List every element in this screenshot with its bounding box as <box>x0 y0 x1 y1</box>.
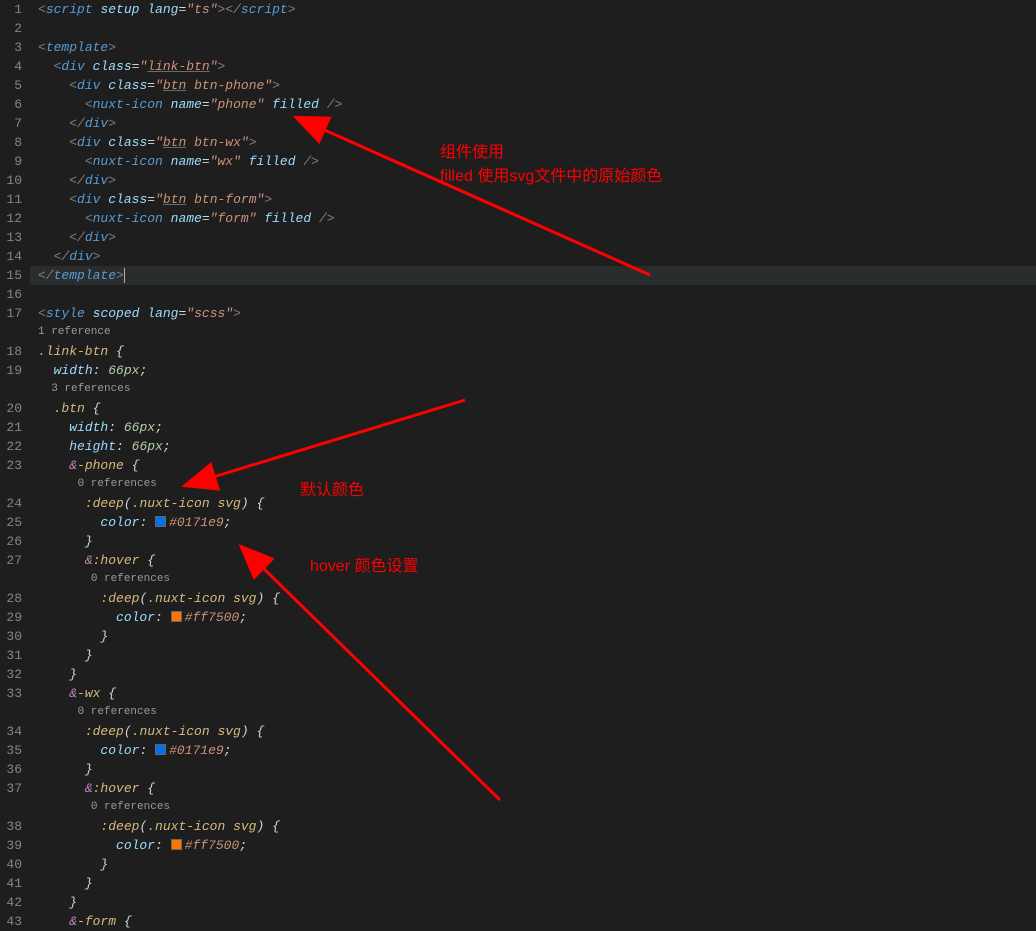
line-number: 38 <box>0 817 22 836</box>
line-number: 31 <box>0 646 22 665</box>
line-number: 12 <box>0 209 22 228</box>
line-number: 19 <box>0 361 22 380</box>
codelens-ref[interactable]: 0 references <box>30 703 1036 722</box>
line-number: 4 <box>0 57 22 76</box>
line-number <box>0 380 22 399</box>
code-area[interactable]: <script setup lang="ts"></script> <templ… <box>30 0 1036 905</box>
codelens-ref[interactable]: 1 reference <box>30 323 1036 342</box>
line-number: 27 <box>0 551 22 570</box>
line-number: 35 <box>0 741 22 760</box>
line-number: 14 <box>0 247 22 266</box>
codelens-ref[interactable]: 3 references <box>30 380 1036 399</box>
line-number: 9 <box>0 152 22 171</box>
line-number: 15 <box>0 266 22 285</box>
text-cursor <box>124 268 125 283</box>
line-number: 42 <box>0 893 22 912</box>
line-number: 7 <box>0 114 22 133</box>
line-number-gutter: 1234567891011121314151617181920212223242… <box>0 0 30 905</box>
line-number: 24 <box>0 494 22 513</box>
line-number: 36 <box>0 760 22 779</box>
line-number: 32 <box>0 665 22 684</box>
line-number: 26 <box>0 532 22 551</box>
line-number: 37 <box>0 779 22 798</box>
line-number <box>0 570 22 589</box>
line-number: 39 <box>0 836 22 855</box>
line-number: 43 <box>0 912 22 931</box>
line-number: 16 <box>0 285 22 304</box>
line-number: 11 <box>0 190 22 209</box>
line-number: 18 <box>0 342 22 361</box>
line-number: 30 <box>0 627 22 646</box>
codelens-ref[interactable]: 0 references <box>30 475 1036 494</box>
line-number: 2 <box>0 19 22 38</box>
line-number: 17 <box>0 304 22 323</box>
line-number: 29 <box>0 608 22 627</box>
line-number: 13 <box>0 228 22 247</box>
line-number: 23 <box>0 456 22 475</box>
line-number <box>0 323 22 342</box>
line-number: 28 <box>0 589 22 608</box>
line-number: 3 <box>0 38 22 57</box>
line-number: 6 <box>0 95 22 114</box>
line-number: 20 <box>0 399 22 418</box>
codelens-ref[interactable]: 0 references <box>30 798 1036 817</box>
line-number <box>0 703 22 722</box>
line-number: 22 <box>0 437 22 456</box>
line-number: 40 <box>0 855 22 874</box>
codelens-ref[interactable]: 0 references <box>30 570 1036 589</box>
line-number: 10 <box>0 171 22 190</box>
color-swatch-icon <box>155 744 166 755</box>
line-number: 25 <box>0 513 22 532</box>
code-editor[interactable]: 1234567891011121314151617181920212223242… <box>0 0 1036 905</box>
color-swatch-icon <box>155 516 166 527</box>
line-number: 5 <box>0 76 22 95</box>
line-number: 34 <box>0 722 22 741</box>
line-number: 41 <box>0 874 22 893</box>
line-number: 1 <box>0 0 22 19</box>
line-number: 33 <box>0 684 22 703</box>
line-number <box>0 475 22 494</box>
color-swatch-icon <box>171 839 182 850</box>
line-number <box>0 798 22 817</box>
line-number: 21 <box>0 418 22 437</box>
line-number: 8 <box>0 133 22 152</box>
color-swatch-icon <box>171 611 182 622</box>
